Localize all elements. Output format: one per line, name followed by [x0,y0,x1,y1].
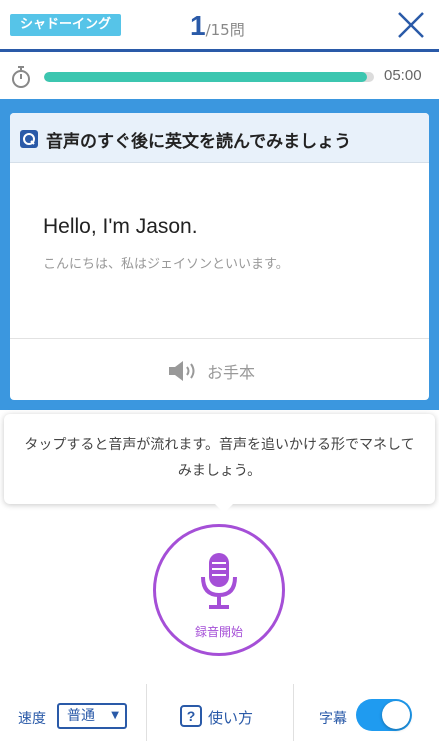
card-header: 音声のすぐ後に英文を読んでみましょう [10,113,429,163]
model-audio-label: お手本 [207,363,256,382]
subtitle-label: 字幕 [319,711,347,727]
subtitle-toggle[interactable] [356,699,412,731]
close-icon [398,12,424,38]
toolbar-divider [146,684,147,741]
mode-badge: シャドーイング [10,14,122,36]
top-bar: シャドーイング 1/15問 [0,0,439,52]
timer-text: 05:00 [384,67,422,84]
speaker-icon [169,361,195,381]
progress-fill [44,72,368,82]
help-icon: ? [180,705,202,727]
question-counter: 1/15問 [190,10,245,42]
dropdown-arrow-icon: ▼ [111,710,119,721]
question-mark-icon [20,130,38,148]
toggle-knob [382,701,410,729]
speed-label: 速度 [18,711,46,727]
english-sentence: Hello, I'm Jason. [43,215,198,238]
model-audio-button[interactable]: お手本 [10,339,429,400]
record-label: 録音開始 [194,625,243,639]
japanese-translation: こんにちは、私はジェイソンといいます。 [43,257,289,272]
progress-track [44,72,374,82]
instruction-title: 音声のすぐ後に英文を読んでみましょう [46,132,352,152]
speed-value: 普通 [67,708,95,724]
instruction-tooltip: タップすると音声が流れます。音声を追いかける形でマネしてみましょう。 [4,414,435,513]
record-button[interactable]: 録音開始 [153,524,285,656]
current-question: 1 [190,10,206,41]
question-area: 音声のすぐ後に英文を読んでみましょう Hello, I'm Jason. こんに… [0,99,439,410]
help-label: 使い方 [208,709,254,727]
stopwatch-icon [12,66,30,88]
toolbar-divider [293,684,294,741]
bottom-toolbar: 速度 普通 ▼ ? 使い方 字幕 [0,684,439,741]
question-card: 音声のすぐ後に英文を読んでみましょう Hello, I'm Jason. こんに… [10,113,429,400]
close-button[interactable] [396,10,426,40]
tooltip-text: タップすると音声が流れます。音声を追いかける形でマネしてみましょう。 [24,437,415,479]
time-progress: 05:00 [0,55,439,99]
microphone-icon [201,553,237,609]
speed-select[interactable]: 普通 ▼ [57,703,127,729]
total-questions: /15問 [205,21,245,39]
